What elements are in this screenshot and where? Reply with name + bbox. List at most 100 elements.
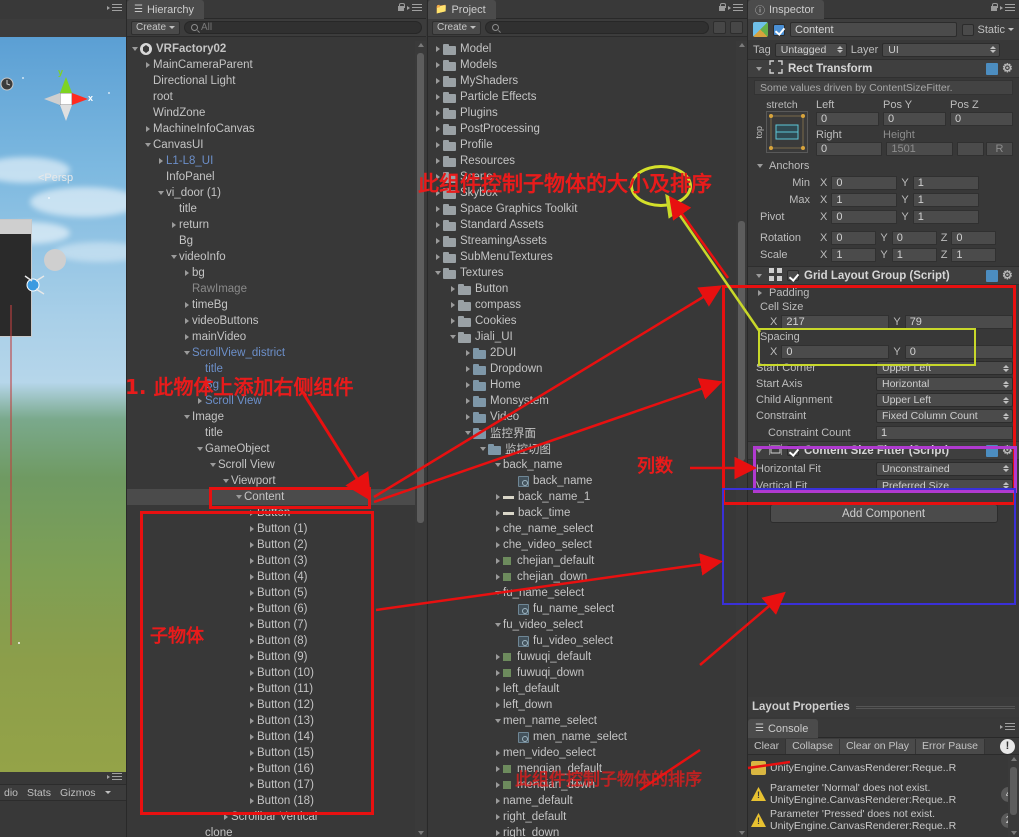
tree-row[interactable]: VRFactory02 xyxy=(127,41,426,57)
tree-row[interactable]: Button (12) xyxy=(127,697,426,713)
tree-row[interactable]: RawImage xyxy=(127,281,426,297)
scene-projection-label[interactable]: <Persp xyxy=(38,172,73,184)
vertical-fit-dropdown[interactable]: Preferred Size xyxy=(876,478,1013,493)
chevron-down-icon[interactable] xyxy=(477,447,488,451)
start-corner-dropdown[interactable]: Upper Left xyxy=(876,361,1013,375)
inspector-menu-icon[interactable] xyxy=(1000,3,1015,12)
tree-row[interactable]: Button (6) xyxy=(127,601,426,617)
console-log-row[interactable]: Parameter 'Normal' does not exist.UnityE… xyxy=(748,781,1019,807)
chevron-down-icon[interactable] xyxy=(233,495,244,499)
tree-row[interactable]: 监控切图 xyxy=(428,441,747,457)
chevron-right-icon[interactable] xyxy=(432,62,443,68)
tree-row[interactable]: vi_door (1) xyxy=(127,185,426,201)
scene-menu-icon[interactable] xyxy=(107,3,122,12)
chevron-right-icon[interactable] xyxy=(246,590,257,596)
tree-row[interactable]: CanvasUI xyxy=(127,137,426,153)
tree-row[interactable]: chejian_default xyxy=(428,553,747,569)
tree-row[interactable]: Button (11) xyxy=(127,681,426,697)
rotation-z-input[interactable]: 0 xyxy=(951,230,997,245)
chevron-right-icon[interactable] xyxy=(462,398,473,404)
add-component-button[interactable]: Add Component xyxy=(769,504,998,523)
chevron-right-icon[interactable] xyxy=(462,382,473,388)
collapse-toggle[interactable]: Collapse xyxy=(786,738,840,754)
chevron-right-icon[interactable] xyxy=(492,750,503,756)
chevron-right-icon[interactable] xyxy=(492,542,503,548)
tree-row[interactable]: Resources xyxy=(428,153,747,169)
chevron-right-icon[interactable] xyxy=(432,190,443,196)
project-create-button[interactable]: Create xyxy=(432,20,482,35)
tree-row[interactable]: Button xyxy=(127,505,426,521)
tree-row[interactable]: Scroll View xyxy=(127,457,426,473)
lock-icon[interactable] xyxy=(397,3,405,12)
chevron-right-icon[interactable] xyxy=(142,126,153,132)
pivot-x-input[interactable]: 0 xyxy=(831,209,898,224)
tree-row[interactable]: Button (9) xyxy=(127,649,426,665)
tree-row[interactable]: Models xyxy=(428,57,747,73)
tree-row[interactable]: Scene xyxy=(428,169,747,185)
tree-row[interactable]: SubMenuTextures xyxy=(428,249,747,265)
tree-row[interactable]: che_name_select xyxy=(428,521,747,537)
tree-row[interactable]: menqian_down xyxy=(428,777,747,793)
chevron-right-icon[interactable] xyxy=(432,78,443,84)
filter-by-type-icon[interactable] xyxy=(713,21,726,34)
chevron-right-icon[interactable] xyxy=(246,510,257,516)
spacing-x-input[interactable]: 0 xyxy=(781,345,890,359)
tree-row[interactable]: Scroll View xyxy=(127,393,426,409)
tree-row[interactable]: MachineInfoCanvas xyxy=(127,121,426,137)
layer-dropdown[interactable]: UI xyxy=(882,42,1001,57)
tree-row[interactable]: root xyxy=(127,89,426,105)
chevron-right-icon[interactable] xyxy=(492,798,503,804)
console-scrollbar[interactable] xyxy=(1008,755,1019,837)
chevron-right-icon[interactable] xyxy=(447,302,458,308)
tree-row[interactable]: Button (7) xyxy=(127,617,426,633)
tree-row[interactable]: left_default xyxy=(428,681,747,697)
chevron-down-icon[interactable] xyxy=(492,719,503,723)
tree-row[interactable]: mainVideo xyxy=(127,329,426,345)
tree-row[interactable]: Particle Effects xyxy=(428,89,747,105)
tree-row[interactable]: Viewport xyxy=(127,473,426,489)
tree-row[interactable]: Button (3) xyxy=(127,553,426,569)
chevron-right-icon[interactable] xyxy=(432,126,443,132)
cell-size-y-input[interactable]: 79 xyxy=(904,315,1013,329)
anchor-min-x-input[interactable]: 0 xyxy=(831,175,898,190)
chevron-right-icon[interactable] xyxy=(246,574,257,580)
chevron-down-icon[interactable] xyxy=(432,271,443,275)
tree-row[interactable]: Plugins xyxy=(428,105,747,121)
scene-view-toolbar[interactable] xyxy=(0,19,126,37)
tree-row[interactable]: 监控界面 xyxy=(428,425,747,441)
tree-row[interactable]: clone xyxy=(127,825,426,837)
chevron-right-icon[interactable] xyxy=(246,718,257,724)
chevron-right-icon[interactable] xyxy=(492,574,503,580)
scene-clock-icon[interactable] xyxy=(0,77,14,97)
chevron-right-icon[interactable] xyxy=(447,318,458,324)
chevron-right-icon[interactable] xyxy=(181,302,192,308)
tree-row[interactable]: men_name_select xyxy=(428,713,747,729)
tree-row[interactable]: Space Graphics Toolkit xyxy=(428,201,747,217)
hierarchy-menu-icon[interactable] xyxy=(407,3,422,12)
content-size-fitter-enabled-checkbox[interactable] xyxy=(787,445,799,456)
tree-row[interactable]: Jiali_UI xyxy=(428,329,747,345)
tree-row[interactable]: Button (13) xyxy=(127,713,426,729)
gear-icon[interactable] xyxy=(1002,268,1014,282)
chevron-right-icon[interactable] xyxy=(246,734,257,740)
right-input[interactable]: 0 xyxy=(816,142,883,156)
tree-row[interactable]: che_video_select xyxy=(428,537,747,553)
console-menu-icon[interactable] xyxy=(1000,722,1015,731)
raw-edit-button[interactable]: R xyxy=(985,142,1013,156)
grid-layout-group-header[interactable]: Grid Layout Group (Script) xyxy=(748,266,1019,285)
chevron-right-icon[interactable] xyxy=(155,158,166,164)
chevron-right-icon[interactable] xyxy=(246,766,257,772)
chevron-right-icon[interactable] xyxy=(492,830,503,836)
gear-icon[interactable] xyxy=(1002,443,1014,457)
hierarchy-search-input[interactable]: All xyxy=(184,21,422,34)
gear-icon[interactable] xyxy=(1002,61,1014,75)
tree-row[interactable]: fu_name_select xyxy=(428,585,747,601)
chevron-right-icon[interactable] xyxy=(492,814,503,820)
project-scrollbar[interactable] xyxy=(736,41,747,837)
tree-row[interactable]: Button (17) xyxy=(127,777,426,793)
scale-z-input[interactable]: 1 xyxy=(951,247,997,262)
tree-row[interactable]: Video xyxy=(428,409,747,425)
chevron-right-icon[interactable] xyxy=(447,286,458,292)
tree-row[interactable]: title xyxy=(127,425,426,441)
tree-row[interactable]: fu_video_select xyxy=(428,633,747,649)
